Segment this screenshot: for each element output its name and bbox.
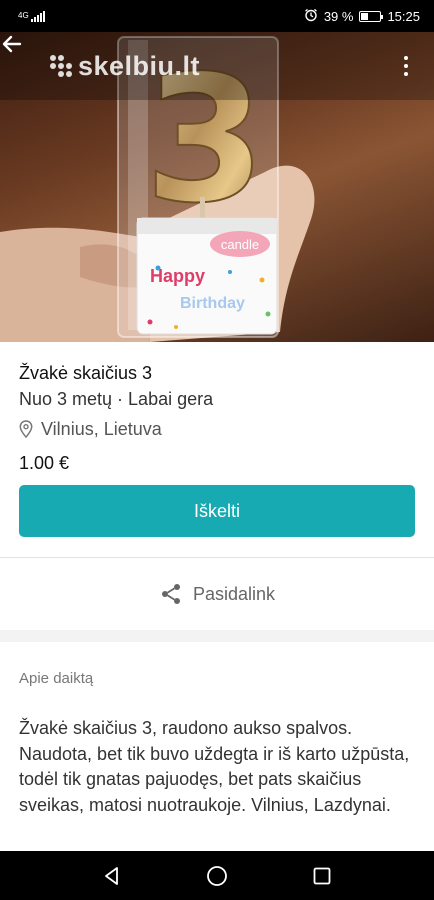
share-label: Pasidalink	[192, 583, 276, 604]
triangle-back-icon	[105, 866, 119, 885]
item-description: Žvakė skaičius 3, raudono aukso spalvos.…	[19, 718, 410, 815]
more-options-button[interactable]	[390, 50, 422, 82]
nav-back-button[interactable]	[92, 856, 132, 896]
listing-info: Žvakė skaičius 3 Nuo 3 metų · Labai gera…	[19, 362, 415, 474]
share-button[interactable]: Pasidalink	[0, 558, 434, 630]
clock: 15:25	[387, 8, 420, 24]
system-nav-bar	[0, 851, 434, 900]
logo-dots-icon	[50, 55, 72, 77]
battery-icon	[359, 10, 384, 22]
square-recents-icon	[313, 867, 331, 884]
skelbiu-logo: skelbiu.lt	[50, 51, 200, 82]
listing-photo[interactable]: 3 candle Happy Birthday skelbiu.lt	[0, 32, 434, 342]
circle-home-icon	[207, 865, 227, 886]
listing-price: 1.00 €	[19, 453, 70, 473]
package-label: candle	[221, 237, 259, 252]
location-pin-icon	[19, 420, 33, 438]
signal-area: 4G	[18, 10, 45, 22]
network-type: 4G	[18, 11, 29, 20]
signal-icon	[30, 10, 45, 22]
location-text: Vilnius, Lietuva	[41, 419, 162, 439]
promote-button[interactable]: Iškelti	[19, 485, 415, 537]
section-separator	[0, 630, 434, 642]
nav-recents-button[interactable]	[302, 856, 342, 896]
status-bar: 4G 39 % 15:25	[0, 0, 434, 32]
nav-home-button[interactable]	[197, 856, 237, 896]
package-text-birthday: Birthday	[180, 295, 245, 312]
alarm-icon	[304, 8, 318, 25]
listing-subtitle: Nuo 3 metų · Labai gera	[19, 389, 214, 409]
app-bar: skelbiu.lt	[0, 32, 434, 100]
more-vertical-icon	[404, 56, 408, 60]
listing-title: Žvakė skaičius 3	[19, 363, 153, 383]
listing-location: Vilnius, Lietuva	[19, 418, 415, 440]
battery-percent: 39 %	[323, 8, 354, 24]
back-button[interactable]	[2, 35, 44, 82]
logo-text: skelbiu.lt	[78, 50, 201, 81]
share-icon	[161, 584, 180, 604]
arrow-left-icon	[2, 35, 22, 53]
about-heading: Apie daiktą	[19, 670, 94, 687]
